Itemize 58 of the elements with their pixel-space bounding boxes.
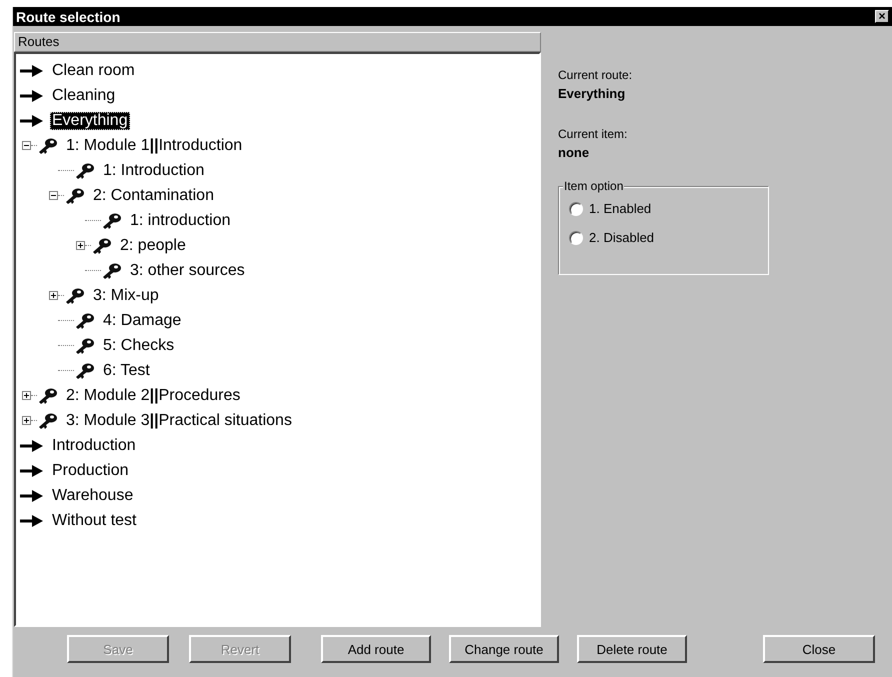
key-icon [64,286,86,304]
tree-item[interactable]: 2: people [118,236,188,254]
tree-item[interactable]: 6: Test [101,362,152,380]
tree-item[interactable]: Clean room [50,62,137,80]
info-value: none [558,145,590,160]
tree-item[interactable]: Without test [50,512,138,530]
group-legend: Item option [563,179,624,193]
collapse-icon[interactable] [49,191,58,200]
tree-item[interactable]: Everything [50,112,130,130]
tree-item[interactable]: 2: Contamination [91,186,216,204]
arrow-icon [20,514,44,528]
radio-option[interactable]: 1. Enabled [569,201,768,216]
expand-icon[interactable] [76,241,85,250]
key-icon [37,412,59,430]
tree-item[interactable]: 1: Module 1||Introduction [64,136,244,154]
column-header[interactable]: Routes [14,32,541,52]
expand-icon[interactable] [22,416,31,425]
tree-item[interactable]: 3: Module 3||Practical situations [64,412,294,430]
key-icon [74,312,96,330]
tree-item[interactable]: Introduction [50,436,138,454]
key-icon [101,212,123,230]
window-title: Route selection [16,8,120,24]
key-icon [74,336,96,354]
arrow-icon [20,114,44,128]
collapse-icon[interactable] [22,141,31,150]
key-icon [91,236,113,254]
tree-item[interactable]: 4: Damage [101,312,184,330]
tree-item[interactable]: Production [50,462,130,480]
tree-item[interactable]: 1: introduction [128,212,233,230]
dialog-button[interactable]: Close [763,635,875,663]
arrow-icon [20,64,44,78]
arrow-icon [20,488,44,502]
tree-item[interactable]: 3: other sources [128,262,247,280]
info-value: Everything [558,86,626,101]
key-icon [74,162,96,180]
expand-icon[interactable] [49,291,58,300]
expand-icon[interactable] [22,391,31,400]
key-icon [37,136,59,154]
arrow-icon [20,464,44,478]
tree-item[interactable]: 3: Mix-up [91,286,161,304]
close-button[interactable]: × [875,10,889,23]
tree-item[interactable]: 5: Checks [101,336,176,354]
tree-item[interactable]: 2: Module 2||Procedures [64,386,242,404]
tree-item[interactable]: Warehouse [50,486,136,504]
key-icon [74,362,96,380]
dialog-button[interactable]: Change route [449,635,559,663]
tree-item[interactable]: Cleaning [50,86,118,104]
tree-item[interactable]: 1: Introduction [101,162,206,180]
key-icon [101,262,123,280]
dialog-button[interactable]: Delete route [577,635,687,663]
info-label: Current item: [558,127,628,141]
radio-option[interactable]: 2. Disabled [569,230,768,245]
key-icon [64,186,86,204]
key-icon [37,386,59,404]
info-label: Current route: [558,68,634,82]
arrow-icon [20,438,44,452]
dialog-button[interactable]: Add route [321,635,431,663]
arrow-icon [20,88,44,102]
